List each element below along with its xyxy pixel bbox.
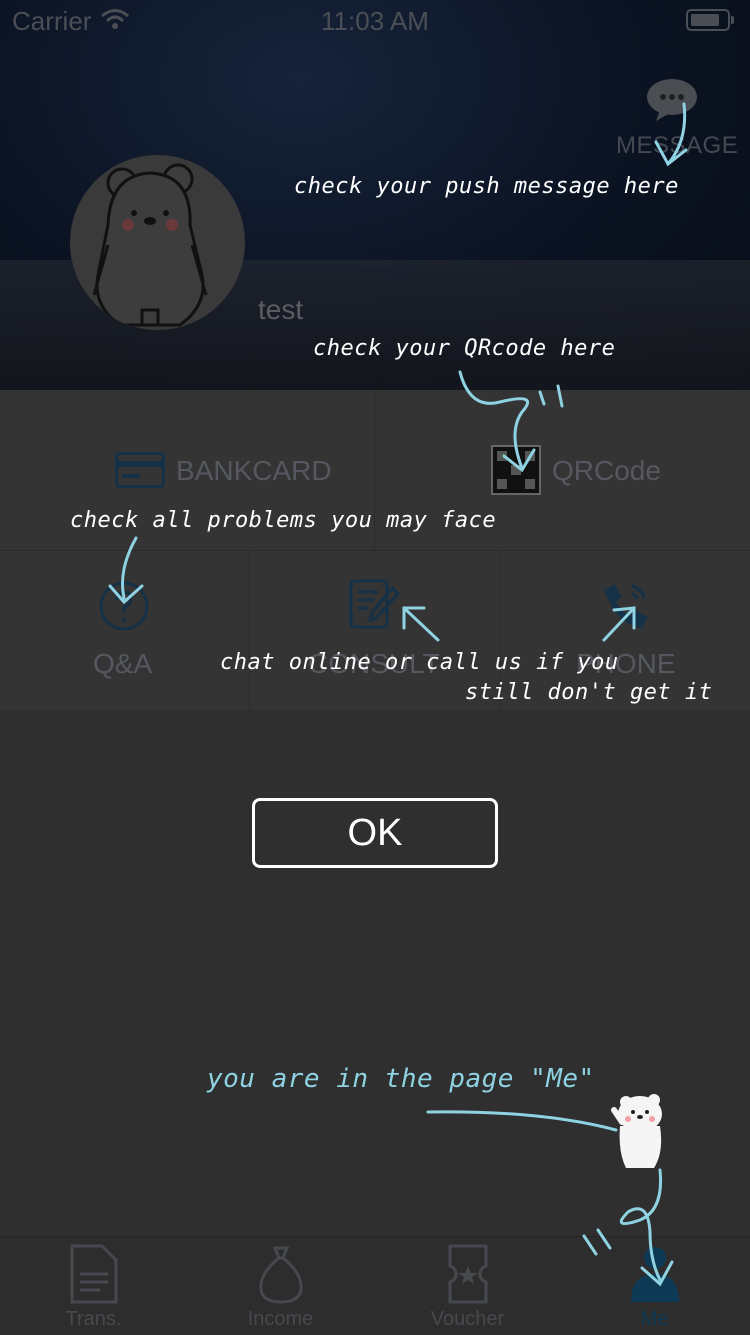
consult-icon[interactable] (348, 578, 400, 630)
chat-hint: chat online or call us if you (220, 650, 619, 675)
phone-icon[interactable] (598, 580, 650, 632)
problems-hint: check all problems you may face (70, 508, 497, 533)
document-icon (70, 1244, 117, 1304)
status-bar: Carrier 11:03 AM (0, 0, 750, 40)
tab-me[interactable]: Me (561, 1236, 748, 1334)
tab-trans[interactable]: Trans. (0, 1236, 187, 1334)
username: test (258, 294, 304, 325)
tab-voucher[interactable]: Voucher (374, 1236, 561, 1334)
push-message-hint: check your push message here (294, 174, 679, 199)
qrcode-label[interactable]: QRCode (552, 455, 661, 487)
ok-button[interactable]: OK (252, 798, 498, 868)
qa-label[interactable]: Q&A (93, 648, 152, 680)
qr-code-icon[interactable] (491, 445, 541, 495)
battery-icon (686, 9, 730, 31)
tab-label: Voucher (430, 1308, 505, 1330)
divider (0, 550, 750, 551)
tab-label: Income (247, 1308, 314, 1330)
tab-label: Me (640, 1308, 669, 1330)
message-button-label[interactable]: MESSAGE (616, 132, 738, 160)
chat-bubble-icon[interactable] (646, 78, 698, 122)
bear-avatar-icon (92, 163, 208, 327)
ticket-icon (448, 1244, 487, 1304)
avatar[interactable] (70, 155, 245, 330)
clock: 11:03 AM (321, 6, 429, 36)
bank-card-icon[interactable] (115, 452, 165, 488)
chat-hint-continued: still don't get it (465, 680, 713, 705)
divider (249, 550, 250, 710)
mini-bear-icon (611, 1094, 662, 1168)
qrcode-hint: check your QRcode here (313, 336, 616, 361)
person-icon (630, 1247, 679, 1302)
tab-label: Trans. (65, 1308, 122, 1330)
bankcard-label[interactable]: BANKCARD (176, 455, 332, 487)
current-page-hint: you are in the page "Me" (207, 1064, 595, 1094)
battery-tip (731, 16, 734, 24)
tab-income[interactable]: Income (187, 1236, 374, 1334)
money-bag-icon (258, 1246, 303, 1304)
question-icon[interactable] (98, 580, 150, 632)
